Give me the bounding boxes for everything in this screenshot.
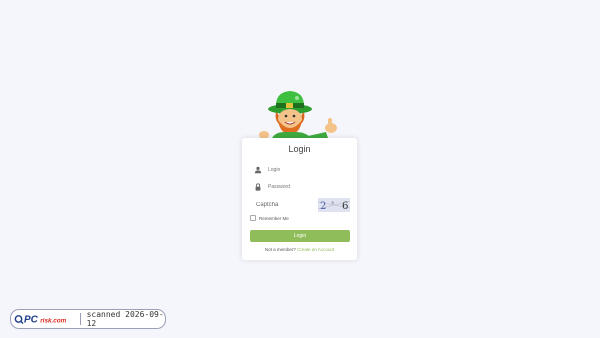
create-account-link[interactable]: Create an Account [297, 247, 334, 252]
svg-text:PC: PC [24, 315, 39, 326]
user-icon [254, 166, 262, 174]
page: Login 2 * 6 Remember Me Login Not a m [0, 0, 600, 338]
password-field [254, 181, 350, 193]
login-button[interactable]: Login [250, 230, 350, 242]
signup-text: Not a member? [264, 247, 296, 252]
svg-text:*: * [331, 200, 335, 208]
pcrisk-logo-icon: PC risk.com [14, 315, 67, 326]
login-field [254, 164, 350, 176]
page-title: Login [288, 144, 311, 154]
svg-text:risk.com: risk.com [40, 318, 66, 325]
password-input[interactable] [268, 184, 338, 190]
remember-checkbox[interactable] [250, 215, 256, 221]
scan-date: scanned 2026-09-12 [86, 310, 164, 328]
captcha-row: 2 * 6 [254, 198, 350, 212]
svg-text:6: 6 [342, 201, 348, 212]
badge-divider [79, 313, 81, 325]
login-input[interactable] [268, 167, 338, 173]
svg-text:2: 2 [320, 201, 326, 212]
lock-icon [255, 183, 261, 191]
signup-prompt: Not a member? Create an Account [242, 247, 357, 252]
leprechaun-mascot-icon [259, 91, 337, 144]
captcha-input[interactable] [254, 202, 306, 208]
remember-label: Remember Me [259, 215, 289, 221]
remember-me[interactable]: Remember Me [250, 215, 289, 221]
watermark-badge: PC risk.com scanned 2026-09-12 [10, 309, 166, 329]
captcha-image: 2 * 6 [318, 198, 350, 212]
